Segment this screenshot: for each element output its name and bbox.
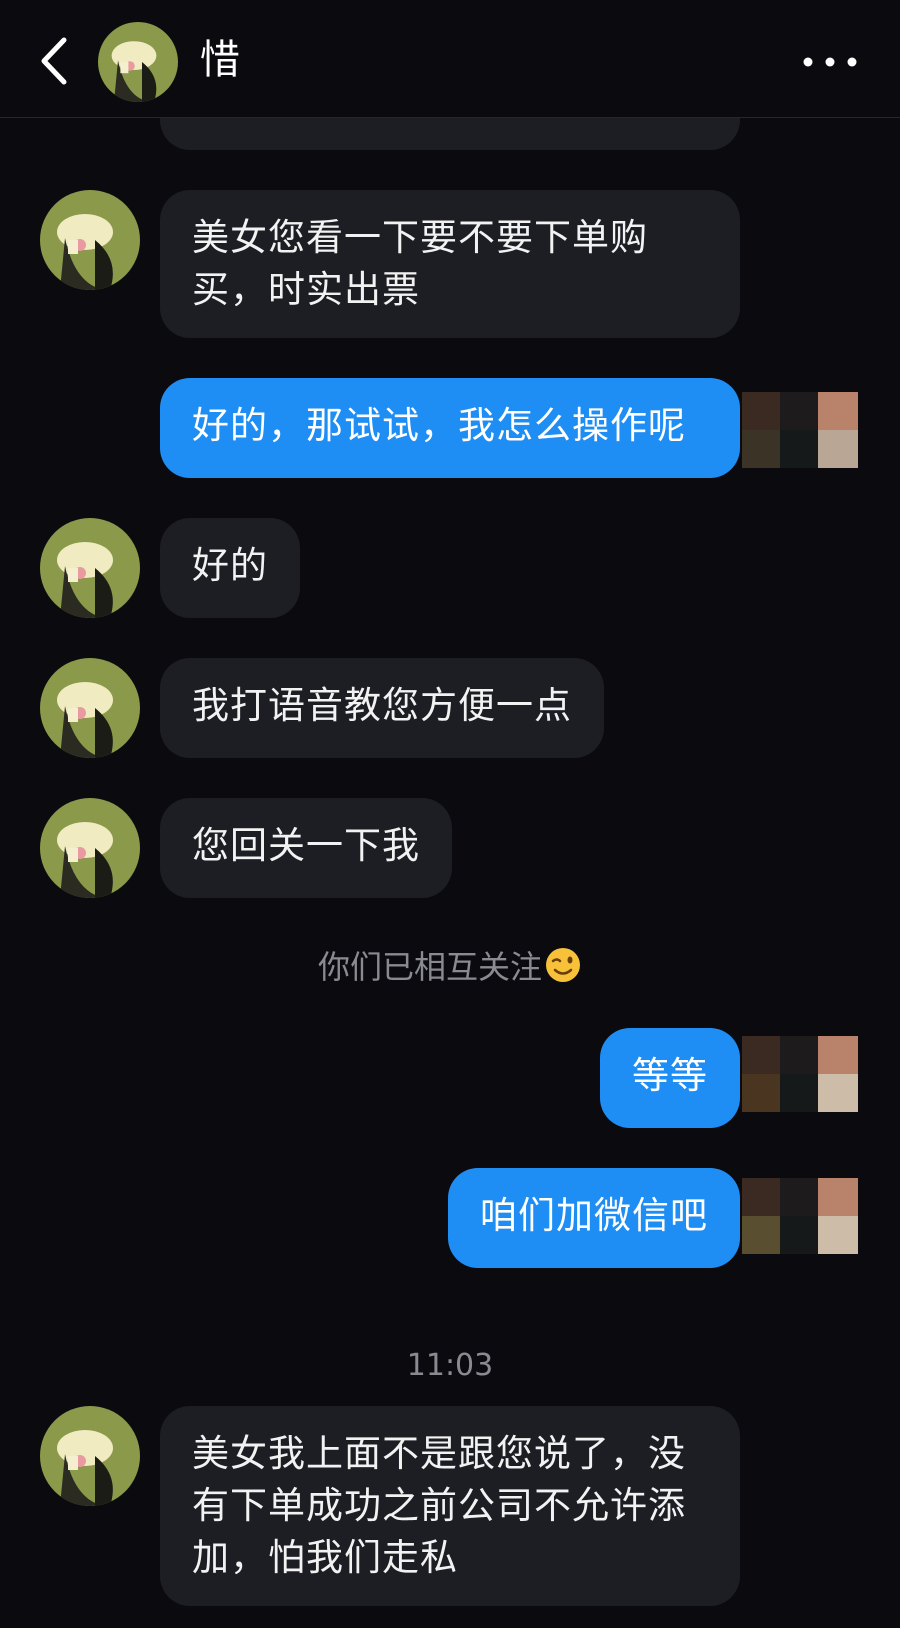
user-avatar[interactable] (742, 1036, 858, 1112)
message-bubble[interactable]: 您回关一下我 (160, 798, 452, 898)
user-avatar[interactable] (742, 1178, 858, 1254)
page-title: 惜 (200, 37, 240, 83)
message-bubble[interactable]: 等等 (600, 1028, 740, 1128)
message-bubble[interactable]: 咱们加微信吧 (448, 1168, 740, 1268)
chat-header: 惜 (0, 0, 900, 118)
mutual-follow-notice: 你们已相互关注 (0, 942, 900, 992)
contact-avatar[interactable] (40, 798, 140, 898)
chevron-left-icon (41, 37, 67, 85)
user-avatar[interactable] (742, 392, 858, 468)
message-bubble[interactable]: 好的，那试试，我怎么操作呢 (160, 378, 740, 478)
message-bubble[interactable]: 好的 (160, 518, 300, 618)
message-bubble[interactable]: 我打语音教您方便一点 (160, 658, 604, 758)
wink-emoji-icon (544, 946, 582, 992)
contact-avatar[interactable] (40, 1406, 140, 1506)
contact-avatar[interactable] (40, 518, 140, 618)
message-bubble[interactable]: 美女我上面不是跟您说了，没有下单成功之前公司不允许添加，怕我们走私 (160, 1406, 740, 1606)
more-options-button[interactable] (800, 40, 860, 84)
message-bubble[interactable]: 美女您看一下要不要下单购买，时实出票 (160, 190, 740, 338)
timestamp: 11:03 (406, 1348, 494, 1383)
contact-avatar[interactable] (40, 658, 140, 758)
more-horizontal-icon (803, 57, 857, 67)
contact-avatar[interactable] (40, 190, 140, 290)
contact-avatar[interactable] (98, 22, 178, 102)
back-button[interactable] (32, 28, 82, 94)
mutual-follow-text: 你们已相互关注 (317, 948, 542, 986)
